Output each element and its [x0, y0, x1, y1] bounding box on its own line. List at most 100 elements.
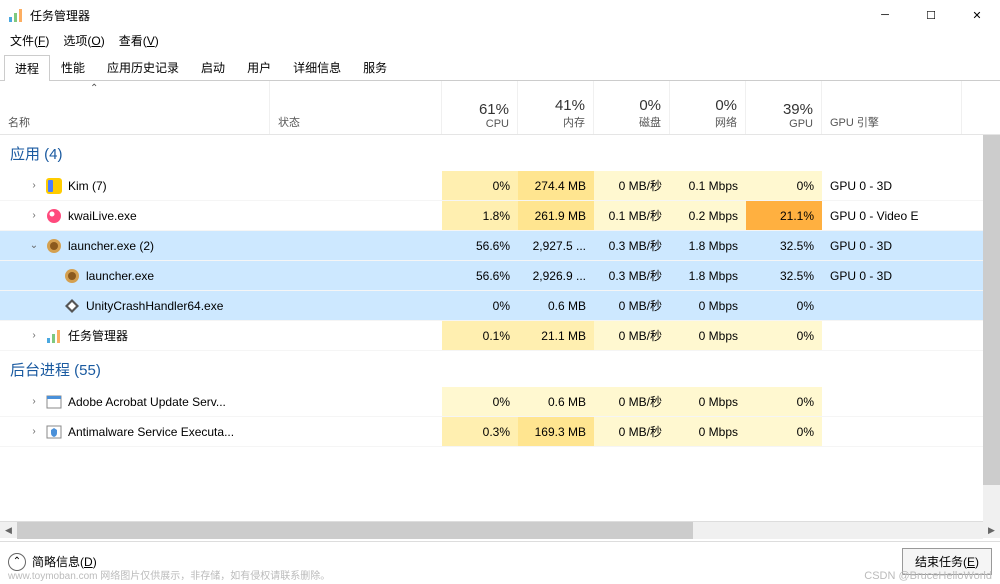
process-name-cell: › 任务管理器 [0, 321, 270, 350]
window-controls: ─ ☐ ✕ [862, 0, 1000, 30]
column-memory[interactable]: 41% 内存 [518, 81, 594, 134]
memory-cell: 0.6 MB [518, 387, 594, 416]
minimize-button[interactable]: ─ [862, 0, 908, 30]
table-row[interactable]: ›Kim (7)0%274.4 MB0 MB/秒0.1 Mbps0%GPU 0 … [0, 171, 1000, 201]
process-icon [46, 328, 62, 344]
network-cell: 0.2 Mbps [670, 201, 746, 230]
tab-1[interactable]: 性能 [50, 54, 96, 80]
network-cell: 1.8 Mbps [670, 231, 746, 260]
status-cell [270, 231, 442, 260]
maximize-button[interactable]: ☐ [908, 0, 954, 30]
horizontal-scrollbar-thumb[interactable] [17, 522, 693, 539]
memory-cell: 261.9 MB [518, 201, 594, 230]
disk-cell: 0 MB/秒 [594, 321, 670, 350]
gpu-engine-cell: GPU 0 - 3D [822, 261, 962, 290]
column-network[interactable]: 0% 网络 [670, 81, 746, 134]
gpu-cell: 32.5% [746, 231, 822, 260]
cpu-cell: 0% [442, 387, 518, 416]
menu-o[interactable]: 选项(O) [57, 30, 110, 51]
horizontal-scrollbar-track[interactable] [17, 522, 983, 539]
group-header-apps: 应用 (4) [0, 135, 1000, 171]
table-row[interactable]: ›任务管理器0.1%21.1 MB0 MB/秒0 Mbps0% [0, 321, 1000, 351]
column-cpu[interactable]: 61% CPU [442, 81, 518, 134]
process-name: launcher.exe [86, 269, 154, 283]
column-name[interactable]: 名称 [0, 81, 270, 134]
tab-4[interactable]: 用户 [236, 54, 282, 80]
gpu-engine-cell: GPU 0 - Video E [822, 201, 962, 230]
table-row[interactable]: ›Antimalware Service Executa...0.3%169.3… [0, 417, 1000, 447]
window-title: 任务管理器 [30, 7, 862, 24]
scroll-right-button[interactable]: ▶ [983, 522, 1000, 539]
memory-cell: 0.6 MB [518, 291, 594, 320]
process-icon [64, 298, 80, 314]
vertical-scrollbar-thumb[interactable] [983, 135, 1000, 485]
process-name-cell: › kwaiLive.exe [0, 201, 270, 230]
titlebar: 任务管理器 ─ ☐ ✕ [0, 0, 1000, 30]
network-cell: 0 Mbps [670, 321, 746, 350]
gpu-engine-cell: GPU 0 - 3D [822, 231, 962, 260]
process-name: Kim (7) [68, 179, 107, 193]
tab-6[interactable]: 服务 [352, 54, 398, 80]
network-cell: 0 Mbps [670, 291, 746, 320]
expand-toggle[interactable]: › [28, 330, 40, 341]
cpu-cell: 1.8% [442, 201, 518, 230]
scroll-left-button[interactable]: ◀ [0, 522, 17, 539]
content-area: ⌃ 名称 状态 61% CPU 41% 内存 0% 磁盘 0% 网络 [0, 81, 1000, 541]
status-cell [270, 417, 442, 446]
process-name-cell: ›Adobe Acrobat Update Serv... [0, 387, 270, 416]
gpu-cell: 0% [746, 387, 822, 416]
horizontal-scrollbar[interactable]: ◀ ▶ [0, 521, 1000, 538]
process-name: 任务管理器 [68, 327, 128, 344]
tab-2[interactable]: 应用历史记录 [96, 54, 190, 80]
disk-cell: 0.1 MB/秒 [594, 201, 670, 230]
table-header: ⌃ 名称 状态 61% CPU 41% 内存 0% 磁盘 0% 网络 [0, 81, 1000, 135]
gpu-cell: 0% [746, 321, 822, 350]
status-cell [270, 321, 442, 350]
tabs: 进程性能应用历史记录启动用户详细信息服务 [0, 54, 1000, 81]
table-row[interactable]: UnityCrashHandler64.exe0%0.6 MB0 MB/秒0 M… [0, 291, 1000, 321]
process-icon [46, 178, 62, 194]
process-name: launcher.exe (2) [68, 239, 154, 253]
process-name: kwaiLive.exe [68, 209, 137, 223]
column-disk[interactable]: 0% 磁盘 [594, 81, 670, 134]
table-row[interactable]: launcher.exe 56.6%2,926.9 ...0.3 MB/秒1.8 … [0, 261, 1000, 291]
tab-5[interactable]: 详细信息 [282, 54, 352, 80]
expand-toggle[interactable]: › [28, 426, 40, 437]
expand-toggle[interactable]: › [28, 210, 40, 221]
gpu-engine-cell [822, 387, 962, 416]
group-header-background: 后台进程 (55) [0, 351, 1000, 387]
column-gpu-engine[interactable]: GPU 引擎 [822, 81, 962, 134]
network-cell: 0 Mbps [670, 417, 746, 446]
table-row[interactable]: ⌄launcher.exe (2)56.6%2,927.5 ...0.3 MB/… [0, 231, 1000, 261]
status-cell [270, 201, 442, 230]
expand-toggle[interactable]: ⌄ [28, 240, 40, 251]
cpu-cell: 56.6% [442, 231, 518, 260]
column-status[interactable]: 状态 [270, 81, 442, 134]
process-name: Antimalware Service Executa... [68, 425, 234, 439]
cpu-cell: 0.1% [442, 321, 518, 350]
gpu-engine-cell [822, 321, 962, 350]
process-table[interactable]: ⌃ 名称 状态 61% CPU 41% 内存 0% 磁盘 0% 网络 [0, 81, 1000, 521]
column-gpu[interactable]: 39% GPU [746, 81, 822, 134]
menu-v[interactable]: 查看(V) [113, 30, 165, 51]
disk-cell: 0 MB/秒 [594, 291, 670, 320]
disk-cell: 0.3 MB/秒 [594, 261, 670, 290]
gpu-engine-cell [822, 417, 962, 446]
table-row[interactable]: › kwaiLive.exe 1.8%261.9 MB0.1 MB/秒0.2 Mbp… [0, 201, 1000, 231]
cpu-cell: 56.6% [442, 261, 518, 290]
menu-f[interactable]: 文件(F) [4, 30, 55, 51]
gpu-cell: 21.1% [746, 201, 822, 230]
table-row[interactable]: ›Adobe Acrobat Update Serv...0%0.6 MB0 M… [0, 387, 1000, 417]
expand-toggle[interactable]: › [28, 180, 40, 191]
tab-0[interactable]: 进程 [4, 55, 50, 81]
tab-3[interactable]: 启动 [190, 54, 236, 80]
process-icon [46, 424, 62, 440]
expand-toggle[interactable]: › [28, 396, 40, 407]
process-icon [46, 208, 62, 224]
status-cell [270, 261, 442, 290]
memory-cell: 2,926.9 ... [518, 261, 594, 290]
network-cell: 1.8 Mbps [670, 261, 746, 290]
process-name-cell: launcher.exe [0, 261, 270, 290]
close-button[interactable]: ✕ [954, 0, 1000, 30]
vertical-scrollbar[interactable] [983, 135, 1000, 524]
